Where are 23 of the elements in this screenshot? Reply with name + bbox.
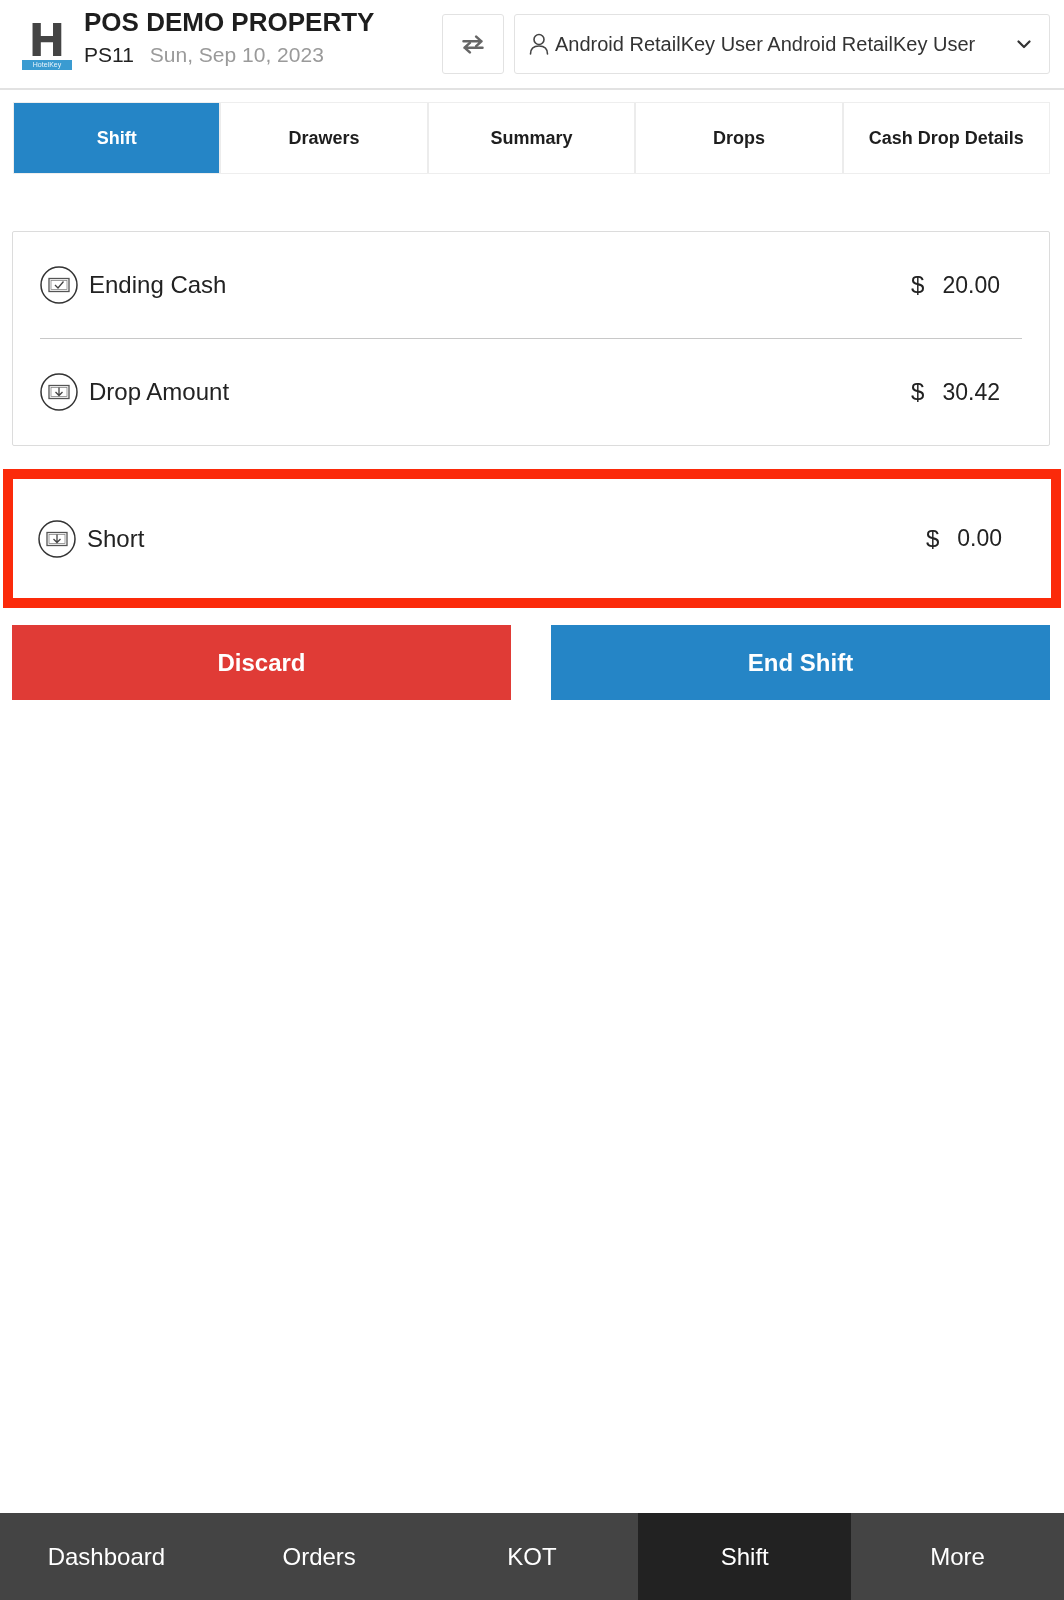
user-dropdown[interactable]: Android RetailKey User Android RetailKey User xyxy=(514,14,1050,74)
amount-value: 20.00 xyxy=(942,271,1000,299)
currency-sign: $ xyxy=(911,378,925,406)
property-title: POS DEMO PROPERTY xyxy=(84,7,375,37)
discard-button[interactable]: Discard xyxy=(12,625,511,700)
end-shift-button[interactable]: End Shift xyxy=(551,625,1050,700)
swap-button[interactable] xyxy=(442,14,504,74)
currency-sign: $ xyxy=(925,524,940,553)
banknote-check-icon xyxy=(40,266,78,304)
date-text: Sun, Sep 10, 2023 xyxy=(149,43,324,67)
currency-sign: $ xyxy=(911,271,925,299)
row-label: Short xyxy=(87,524,145,553)
row-label: Drop Amount xyxy=(89,378,230,406)
swap-arrows-icon xyxy=(460,34,486,54)
amount-value: 0.00 xyxy=(957,525,1002,552)
person-icon xyxy=(529,33,549,55)
tab[interactable]: Shift xyxy=(14,103,220,173)
logo-letter: H xyxy=(28,22,66,59)
row-label: Ending Cash xyxy=(89,271,227,299)
nav-item[interactable]: Shift xyxy=(638,1513,852,1600)
chevron-down-icon xyxy=(1017,39,1031,49)
station-code: PS11 xyxy=(84,43,134,67)
amount-value: 30.42 xyxy=(942,378,1000,406)
